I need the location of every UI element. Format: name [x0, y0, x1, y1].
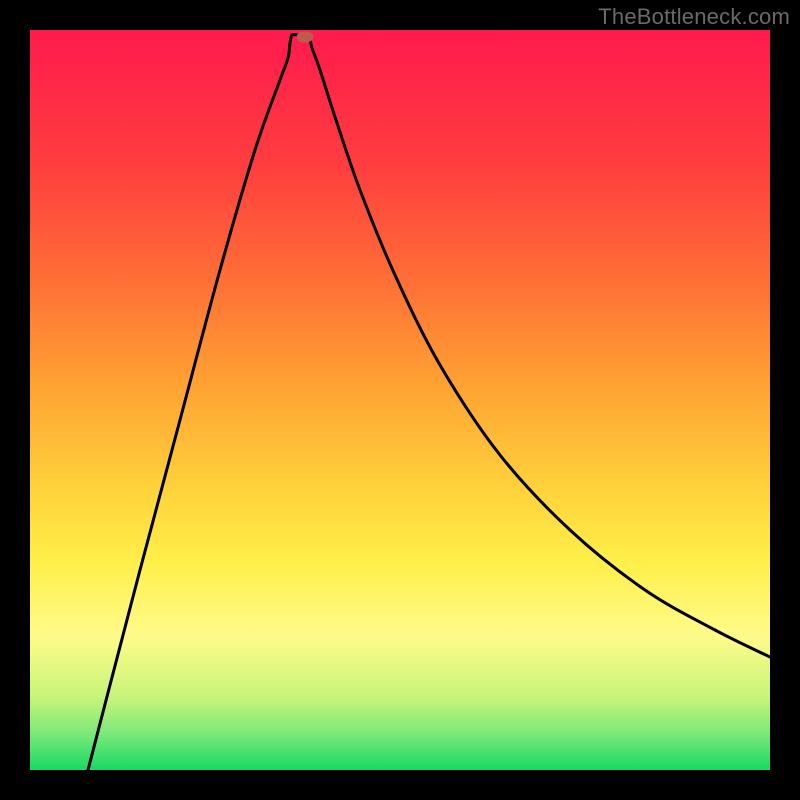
gradient-plot-area	[30, 30, 770, 770]
chart-stage: TheBottleneck.com	[0, 0, 800, 800]
watermark-text: TheBottleneck.com	[598, 4, 790, 30]
min-marker	[297, 32, 313, 42]
bottleneck-curve	[88, 34, 770, 770]
curve-layer	[30, 30, 770, 770]
